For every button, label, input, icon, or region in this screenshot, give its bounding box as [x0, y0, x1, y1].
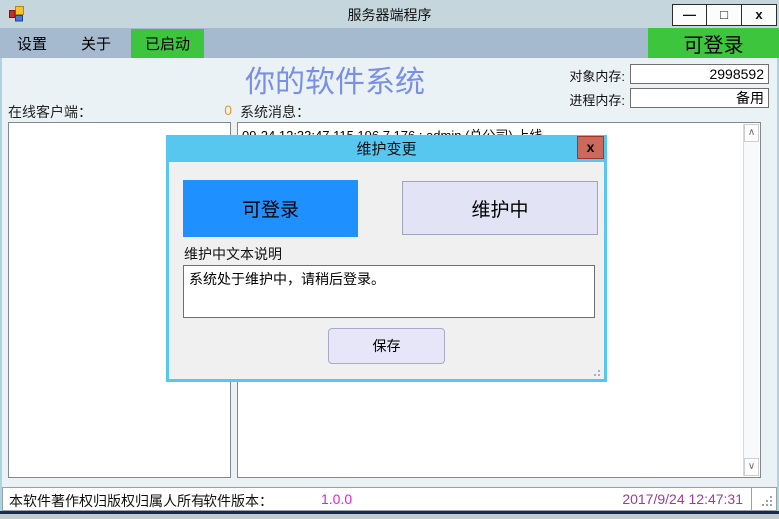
- maximize-button[interactable]: □: [707, 4, 742, 26]
- scroll-down-icon[interactable]: ∨: [744, 458, 759, 476]
- process-memory-field[interactable]: [630, 88, 769, 108]
- menu-item-settings[interactable]: 设置: [0, 29, 64, 58]
- online-clients-label: 在线客户端：: [8, 102, 92, 122]
- window-bottom-frame: [0, 514, 779, 519]
- window-title: 服务器端程序: [0, 5, 779, 25]
- status-bar: 本软件著作权归版权归属人所有 软件版本： 1.0.0 2017/9/24 12:…: [2, 487, 752, 511]
- login-enabled-button[interactable]: 可登录: [183, 180, 358, 237]
- resize-grip-icon: [770, 504, 772, 506]
- app-title: 你的软件系统: [140, 57, 530, 101]
- object-memory-label: 对象内存:: [540, 66, 625, 85]
- window-left-edge: [0, 58, 2, 512]
- minimize-button[interactable]: —: [672, 4, 707, 26]
- menu-bar: 设置 关于 已启动 可登录: [0, 28, 779, 58]
- save-button[interactable]: 保存: [328, 328, 445, 364]
- maintenance-text-input[interactable]: 系统处于维护中，请稍后登录。: [183, 265, 595, 318]
- object-memory-field[interactable]: [630, 64, 769, 84]
- scroll-up-icon[interactable]: ∧: [744, 124, 759, 142]
- maintenance-text-label: 维护中文本说明: [184, 244, 282, 264]
- copyright-text: 本软件著作权归版权归属人所有: [9, 491, 205, 511]
- dialog-title: 维护变更: [169, 138, 604, 162]
- menu-item-about[interactable]: 关于: [64, 29, 128, 58]
- app-window: 服务器端程序 — □ x 设置 关于 已启动 可登录 你的软件系统 对象内存: …: [0, 0, 779, 519]
- close-button[interactable]: x: [742, 4, 777, 26]
- dialog-close-button[interactable]: x: [577, 136, 604, 159]
- maintenance-dialog: 维护变更 x 可登录 维护中 维护中文本说明 系统处于维护中，请稍后登录。 保存: [166, 135, 607, 382]
- dialog-resize-grip-icon[interactable]: [598, 374, 600, 376]
- version-label: 软件版本：: [203, 491, 273, 511]
- dialog-title-bar[interactable]: 维护变更: [169, 138, 604, 162]
- menu-item-started-status[interactable]: 已启动: [131, 29, 204, 58]
- process-memory-label: 进程内存:: [540, 90, 625, 109]
- title-bar: 服务器端程序 — □ x: [0, 0, 779, 28]
- status-timestamp: 2017/9/24 12:47:31: [622, 491, 743, 507]
- system-messages-label: 系统消息：: [240, 102, 310, 122]
- version-value: 1.0.0: [321, 491, 352, 507]
- window-resize-grip[interactable]: [752, 487, 777, 511]
- window-controls: — □ x: [672, 4, 777, 26]
- login-status-badge: 可登录: [648, 28, 779, 58]
- maintenance-mode-button[interactable]: 维护中: [402, 181, 598, 235]
- messages-scrollbar[interactable]: ∧ ∨: [743, 124, 759, 476]
- online-clients-count: 0: [206, 102, 232, 118]
